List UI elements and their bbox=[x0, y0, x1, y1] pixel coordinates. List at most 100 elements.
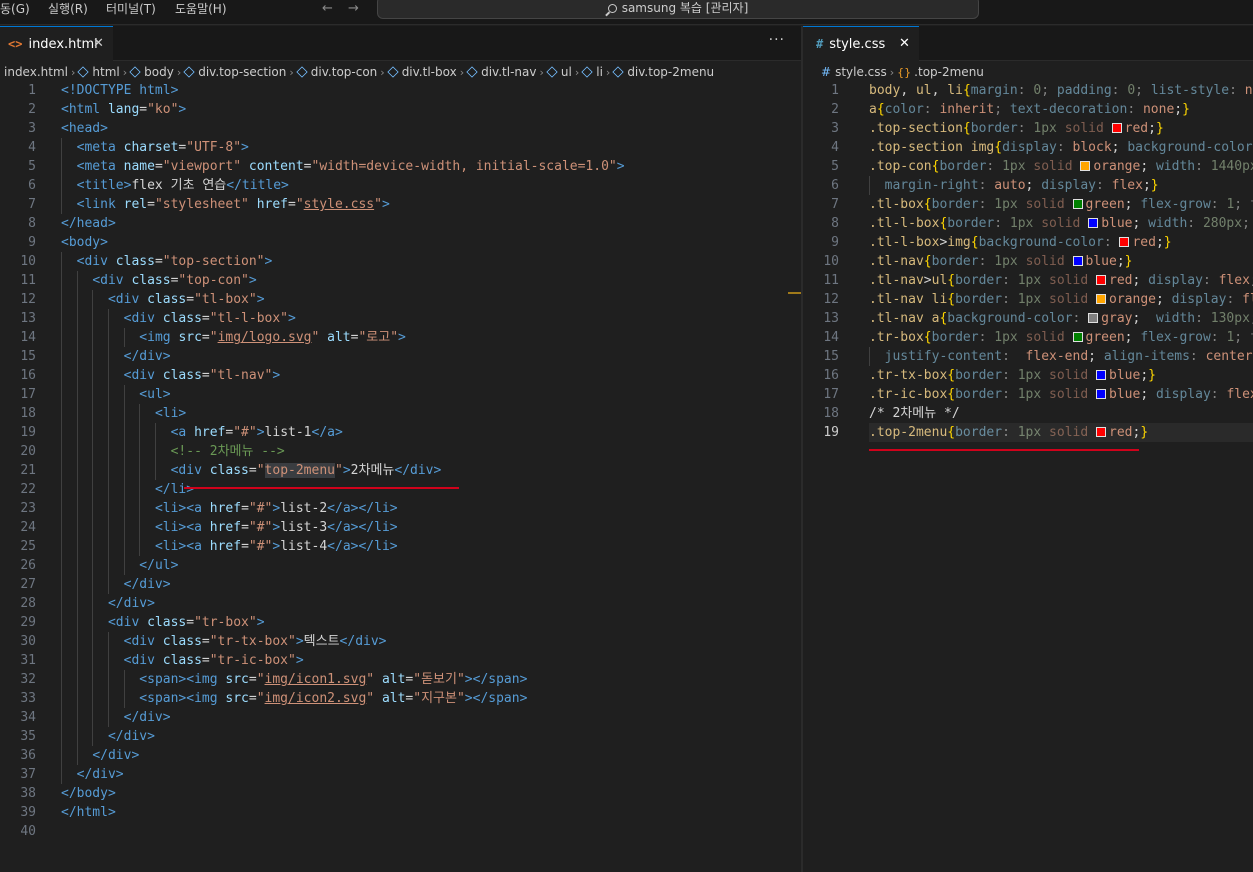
code-line[interactable]: 27 </div> bbox=[0, 575, 801, 594]
menu-go[interactable]: 동(G) bbox=[0, 0, 30, 18]
code-line[interactable]: 5 .top-con{border: 1px solid orange; widt… bbox=[803, 157, 1253, 176]
code-line[interactable]: 10 <div class="top-section"> bbox=[0, 252, 801, 271]
code-line[interactable]: 11 <div class="top-con"> bbox=[0, 271, 801, 290]
code-line[interactable]: 12 <div class="tl-box"> bbox=[0, 290, 801, 309]
color-swatch-icon[interactable] bbox=[1072, 199, 1083, 209]
menu-terminal[interactable]: 터미널(T) bbox=[106, 0, 156, 18]
code-token: </title> bbox=[226, 178, 289, 193]
code-line[interactable]: 15 justify-content: flex-end; align-items… bbox=[803, 347, 1253, 366]
code-line[interactable]: 35 </div> bbox=[0, 727, 801, 746]
code-line[interactable]: 30 <div class="tr-tx-box">텍스트</div> bbox=[0, 632, 801, 651]
code-line[interactable]: 36 </div> bbox=[0, 746, 801, 765]
code-line[interactable]: 1 body, ul, li{margin: 0; padding: 0; lis… bbox=[803, 81, 1253, 100]
code-line[interactable]: 7 <link rel="stylesheet" href="style.css"… bbox=[0, 195, 801, 214]
code-line[interactable]: 39 </html> bbox=[0, 803, 801, 822]
forward-arrow-icon[interactable]: → bbox=[348, 0, 359, 18]
code-line[interactable]: 33 <span><img src="img/icon2.svg" alt="지구… bbox=[0, 689, 801, 708]
color-swatch-icon[interactable] bbox=[1096, 427, 1107, 437]
code-line[interactable]: 14 <img src="img/logo.svg" alt="로고"> bbox=[0, 328, 801, 347]
code-line[interactable]: 2 a{color: inherit; text-decoration: none… bbox=[803, 100, 1253, 119]
color-swatch-icon[interactable] bbox=[1111, 123, 1122, 133]
color-swatch-icon[interactable] bbox=[1088, 313, 1099, 323]
code-line[interactable]: 24 <li><a href="#">list-3</a></li> bbox=[0, 518, 801, 537]
code-line[interactable]: 16 <div class="tl-nav"> bbox=[0, 366, 801, 385]
code-line[interactable]: 13 <div class="tl-l-box"> bbox=[0, 309, 801, 328]
color-swatch-icon[interactable] bbox=[1096, 370, 1107, 380]
code-line[interactable]: 8 .tl-l-box{border: 1px solid blue; width… bbox=[803, 214, 1253, 233]
code-line[interactable]: 8 </head> bbox=[0, 214, 801, 233]
color-swatch-icon[interactable] bbox=[1096, 389, 1107, 399]
code-line[interactable]: 1 <!DOCTYPE html> bbox=[0, 81, 801, 100]
code-line[interactable]: 17 .tr-ic-box{border: 1px solid blue; dis… bbox=[803, 385, 1253, 404]
code-line[interactable]: 11 .tl-nav>ul{border: 1px solid red; disp… bbox=[803, 271, 1253, 290]
code-line[interactable]: 37 </div> bbox=[0, 765, 801, 784]
code-line[interactable]: 12 .tl-nav li{border: 1px solid orange; d… bbox=[803, 290, 1253, 309]
menu-run[interactable]: 실행(R) bbox=[48, 0, 88, 18]
code-line[interactable]: 4 <meta charset="UTF-8"> bbox=[0, 138, 801, 157]
code-line[interactable]: 3 .top-section{border: 1px solid red;} bbox=[803, 119, 1253, 138]
code-line[interactable]: 13 .tl-nav a{background-color: gray; widt… bbox=[803, 309, 1253, 328]
color-swatch-icon[interactable] bbox=[1080, 161, 1091, 171]
breadcrumb-item[interactable]: ›{} .top-2menu bbox=[887, 61, 984, 83]
code-line[interactable]: 3 <head> bbox=[0, 119, 801, 138]
breadcrumb-item[interactable]: › li bbox=[572, 61, 603, 83]
code-line[interactable]: 15 </div> bbox=[0, 347, 801, 366]
code-line[interactable]: 7 .tl-box{border: 1px solid green; flex-g… bbox=[803, 195, 1253, 214]
code-line[interactable]: 26 </ul> bbox=[0, 556, 801, 575]
breadcrumb-item[interactable]: # style.css bbox=[821, 61, 887, 83]
tab-style-css[interactable]: # style.css ✕ bbox=[803, 26, 919, 61]
code-line[interactable]: 25 <li><a href="#">list-4</a></li> bbox=[0, 537, 801, 556]
line-number: 26 bbox=[20, 558, 36, 573]
color-swatch-icon[interactable] bbox=[1096, 275, 1107, 285]
code-line[interactable]: 9 <body> bbox=[0, 233, 801, 252]
breadcrumb-item[interactable]: › body bbox=[120, 61, 174, 83]
code-line[interactable]: 18 /* 2차메뉴 */ bbox=[803, 404, 1253, 423]
close-icon[interactable]: ✕ bbox=[899, 27, 910, 61]
editor-pane-css: # style.css ✕ # style.css ›{} .top-2menu 1 bo… bbox=[803, 26, 1253, 872]
code-line[interactable]: 19 <a href="#">list-1</a> bbox=[0, 423, 801, 442]
breadcrumb-item[interactable]: › div.tl-nav bbox=[457, 61, 537, 83]
code-line[interactable]: 22 </li> bbox=[0, 480, 801, 499]
breadcrumb-item[interactable]: › ul bbox=[536, 61, 571, 83]
code-line[interactable]: 40 bbox=[0, 822, 801, 841]
breadcrumb-item[interactable]: index.html bbox=[4, 61, 68, 83]
menu-help[interactable]: 도움말(H) bbox=[175, 0, 227, 18]
code-line[interactable]: 5 <meta name="viewport" content="width=de… bbox=[0, 157, 801, 176]
color-swatch-icon[interactable] bbox=[1072, 256, 1083, 266]
command-center-search[interactable]: samsung 복습 [관리자] bbox=[377, 0, 979, 19]
more-actions-icon[interactable]: ··· bbox=[769, 32, 785, 48]
back-arrow-icon[interactable]: ← bbox=[322, 0, 333, 18]
code-line[interactable]: 10 .tl-nav{border: 1px solid blue;} bbox=[803, 252, 1253, 271]
color-swatch-icon[interactable] bbox=[1088, 218, 1099, 228]
code-line[interactable]: 32 <span><img src="img/icon1.svg" alt="돋보… bbox=[0, 670, 801, 689]
code-line[interactable]: 6 <title>flex 기초 연습</title> bbox=[0, 176, 801, 195]
breadcrumb-item[interactable]: › div.top-2menu bbox=[603, 61, 714, 83]
code-line[interactable]: 16 .tr-tx-box{border: 1px solid blue;} bbox=[803, 366, 1253, 385]
code-line[interactable]: 9 .tl-l-box>img{background-color: red;} bbox=[803, 233, 1253, 252]
code-line[interactable]: 38 </body> bbox=[0, 784, 801, 803]
code-line[interactable]: 34 </div> bbox=[0, 708, 801, 727]
code-line[interactable]: 21 <div class="top-2menu">2차메뉴</div> bbox=[0, 461, 801, 480]
code-line[interactable]: 17 <ul> bbox=[0, 385, 801, 404]
color-swatch-icon[interactable] bbox=[1096, 294, 1107, 304]
breadcrumb-item[interactable]: › div.top-section bbox=[174, 61, 287, 83]
code-token: = bbox=[186, 615, 195, 630]
code-line[interactable]: 2 <html lang="ko"> bbox=[0, 100, 801, 119]
color-swatch-icon[interactable] bbox=[1072, 332, 1083, 342]
code-line[interactable]: 19 .top-2menu{border: 1px solid red;} bbox=[803, 423, 1253, 442]
code-line[interactable]: 14 .tr-box{border: 1px solid green; flex-… bbox=[803, 328, 1253, 347]
tab-index-html[interactable]: <> index.html ✕ bbox=[0, 26, 113, 61]
code-line[interactable]: 29 <div class="tr-box"> bbox=[0, 613, 801, 632]
breadcrumb-item[interactable]: › div.tl-box bbox=[377, 61, 456, 83]
code-line[interactable]: 28 </div> bbox=[0, 594, 801, 613]
breadcrumb-item[interactable]: › html bbox=[68, 61, 120, 83]
code-line[interactable]: 18 <li> bbox=[0, 404, 801, 423]
code-line[interactable]: 20 <!-- 2차메뉴 --> bbox=[0, 442, 801, 461]
color-swatch-icon[interactable] bbox=[1119, 237, 1130, 247]
close-icon[interactable]: ✕ bbox=[93, 27, 104, 61]
code-line[interactable]: 23 <li><a href="#">list-2</a></li> bbox=[0, 499, 801, 518]
code-line[interactable]: 31 <div class="tr-ic-box"> bbox=[0, 651, 801, 670]
code-line[interactable]: 4 .top-section img{display: block; backgr… bbox=[803, 138, 1253, 157]
code-line[interactable]: 6 margin-right: auto; display: flex;} bbox=[803, 176, 1253, 195]
breadcrumb-item[interactable]: › div.top-con bbox=[286, 61, 377, 83]
